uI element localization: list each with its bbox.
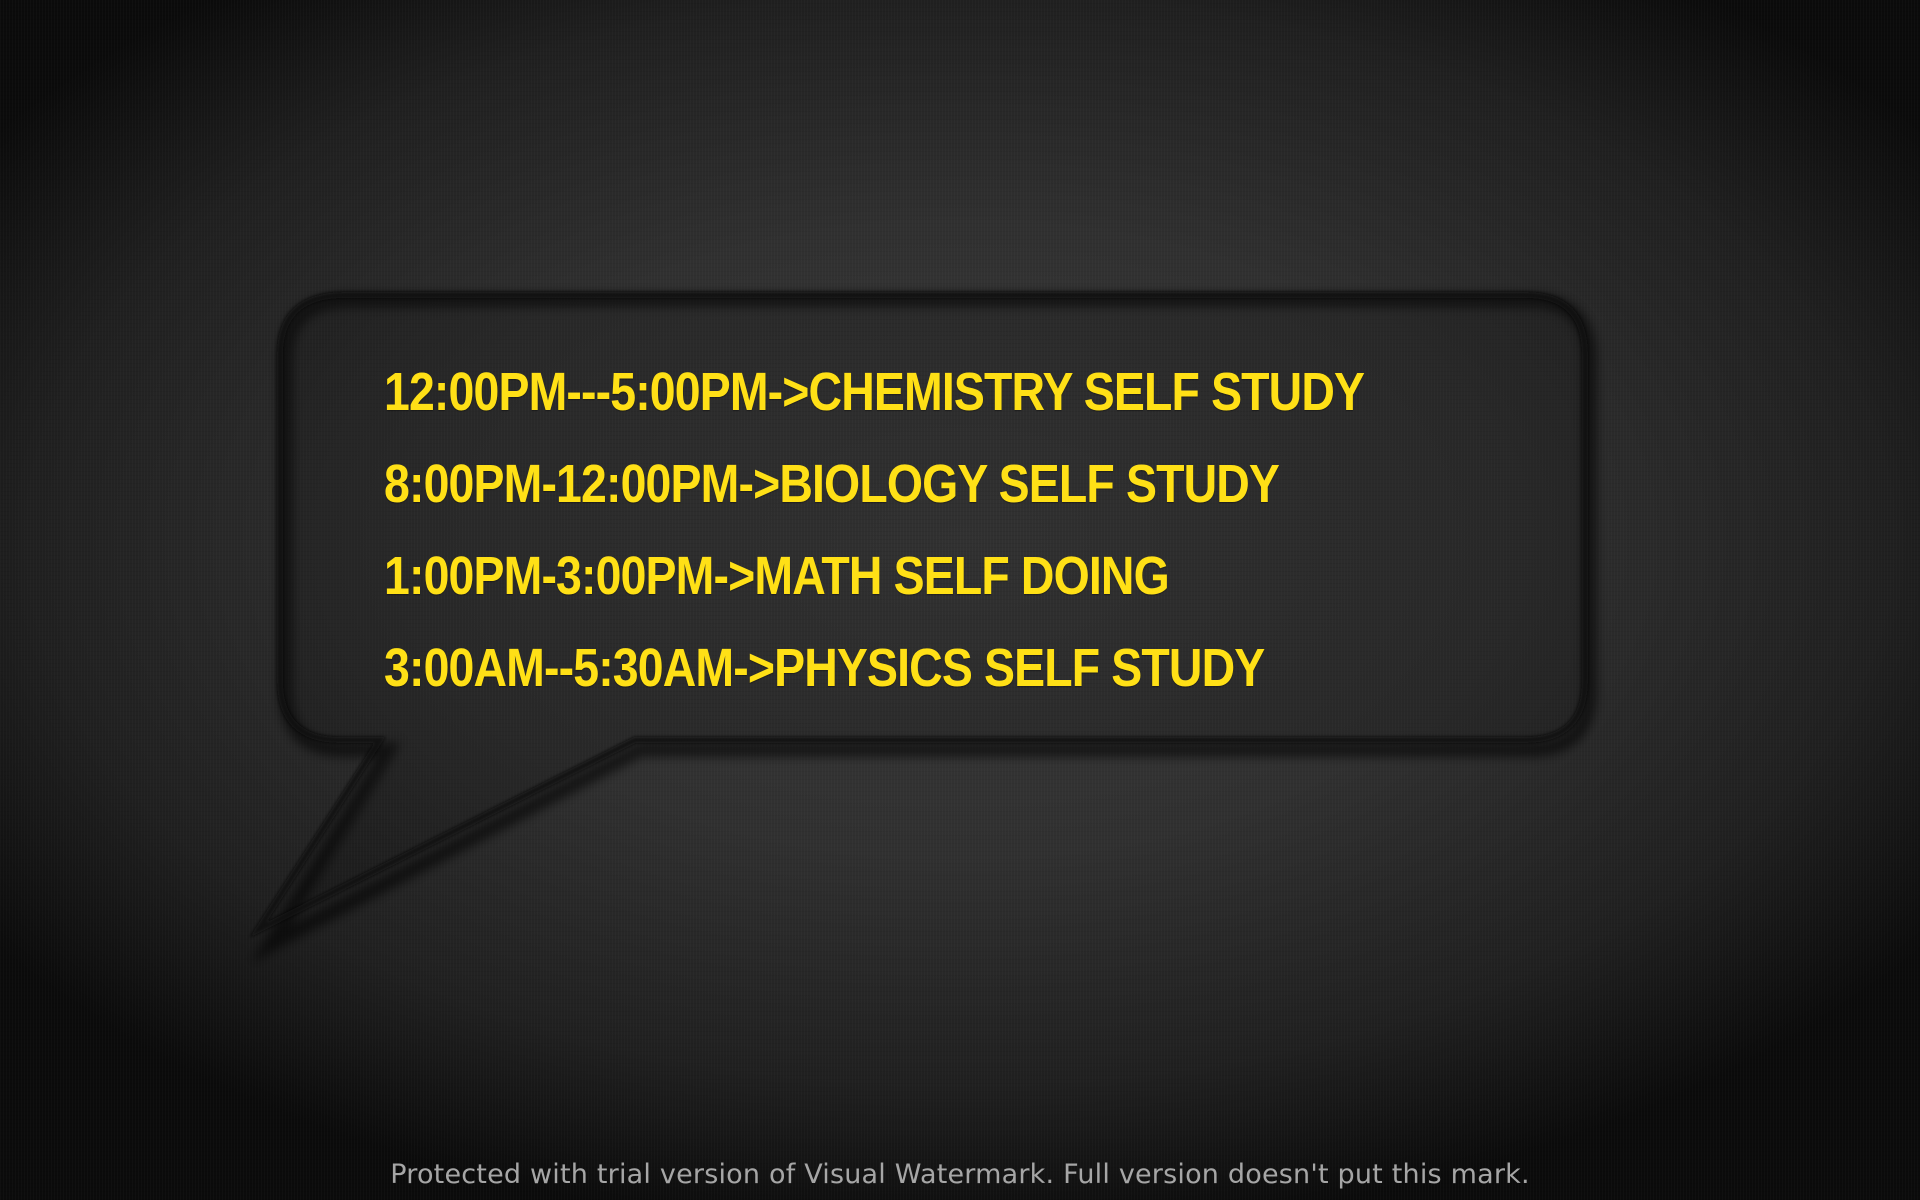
schedule-line-chemistry: 12:00PM---5:00PM->CHEMISTRY SELF STUDY (384, 362, 1365, 422)
schedule-line-math: 1:00PM-3:00PM->MATH SELF DOING (384, 546, 1170, 606)
schedule-list: 12:00PM---5:00PM->CHEMISTRY SELF STUDY 8… (384, 346, 1544, 714)
schedule-line-biology: 8:00PM-12:00PM->BIOLOGY SELF STUDY (384, 454, 1280, 514)
schedule-line-physics: 3:00AM--5:30AM->PHYSICS SELF STUDY (384, 638, 1265, 698)
watermark-text: Protected with trial version of Visual W… (390, 1159, 1530, 1190)
